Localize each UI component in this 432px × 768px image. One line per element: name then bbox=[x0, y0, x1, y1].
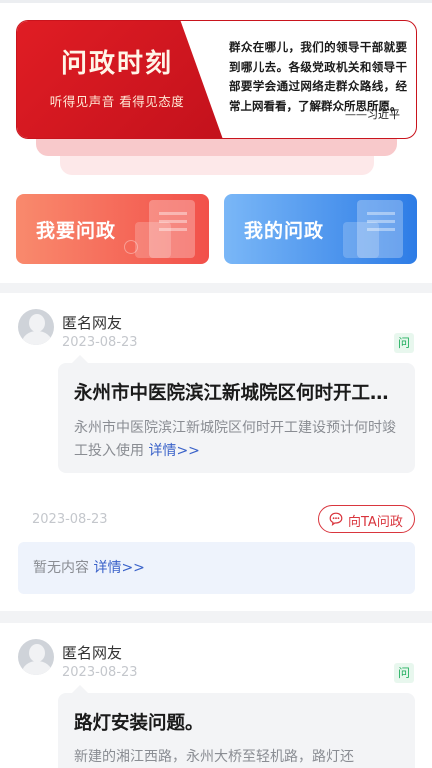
banner-quote: 群众在哪儿，我们的领导干部就要到哪儿去。各级党政机关和领导干部要学会通过网络走群… bbox=[229, 40, 407, 113]
post-card: 匿名网友 2023-08-23 问 路灯安装问题。 新建的湘江西路，永州大桥至轻… bbox=[0, 623, 432, 768]
banner-subtitle: 听得见声音 看得见态度 bbox=[49, 94, 185, 109]
ask-ta-label: 向TA问政 bbox=[348, 515, 403, 530]
document-icon bbox=[357, 200, 403, 258]
chat-icon bbox=[329, 512, 343, 526]
policy-banner[interactable]: 问政时刻 听得见声音 看得见态度 群众在哪儿，我们的领导干部就要到哪儿去。各级党… bbox=[16, 20, 417, 139]
reply-box[interactable]: 暂无内容 详情>> bbox=[18, 542, 415, 594]
question-bubble[interactable]: 永州市中医院滨江新城院区何时开工建设预计何时竣工投入使用 永州市中医院滨江新城院… bbox=[58, 355, 415, 473]
document-lines bbox=[159, 212, 187, 215]
document-lines bbox=[367, 212, 395, 215]
question-body: 永州市中医院滨江新城院区何时开工建设预计何时竣工投入使用 详情>> bbox=[74, 417, 399, 463]
ask-question-button[interactable]: 我要问政 bbox=[16, 194, 209, 264]
banner-title: 问政时刻 bbox=[60, 49, 173, 79]
avatar bbox=[18, 309, 54, 345]
document-icon bbox=[149, 200, 195, 258]
divider bbox=[0, 0, 432, 3]
question-badge: 问 bbox=[394, 663, 414, 683]
avatar bbox=[18, 639, 54, 675]
ask-question-label: 我要问政 bbox=[36, 220, 117, 242]
reply-text: 暂无内容 详情>> bbox=[33, 557, 145, 577]
post-username: 匿名网友 bbox=[62, 314, 123, 332]
post-date: 2023-08-23 bbox=[62, 335, 138, 350]
reply-detail-link[interactable]: 详情>> bbox=[93, 560, 144, 576]
question-badge: 问 bbox=[394, 333, 414, 353]
my-questions-label: 我的问政 bbox=[244, 220, 325, 242]
banner-quote-author: ——习近平 bbox=[345, 108, 400, 121]
post-username: 匿名网友 bbox=[62, 644, 123, 662]
reply-content: 暂无内容 bbox=[33, 560, 89, 576]
header-section: 问政时刻 听得见声音 看得见态度 群众在哪儿，我们的领导干部就要到哪儿去。各级党… bbox=[0, 0, 432, 283]
question-bubble[interactable]: 路灯安装问题。 新建的湘江西路，永州大桥至轻机路，路灯还 bbox=[58, 685, 415, 768]
ask-ta-button[interactable]: 向TA问政 bbox=[318, 505, 415, 533]
reply-date: 2023-08-23 bbox=[32, 512, 108, 527]
post-card: 匿名网友 2023-08-23 问 永州市中医院滨江新城院区何时开工建设预计何时… bbox=[0, 293, 432, 611]
question-text: 永州市中医院滨江新城院区何时开工建设预计何时竣工投入使用 bbox=[74, 420, 396, 459]
question-title: 永州市中医院滨江新城院区何时开工建设预计何时竣工投入使用 bbox=[74, 383, 399, 404]
question-body: 新建的湘江西路，永州大桥至轻机路，路灯还 bbox=[74, 746, 399, 768]
post-date: 2023-08-23 bbox=[62, 665, 138, 680]
detail-link[interactable]: 详情>> bbox=[148, 443, 199, 459]
question-title: 路灯安装问题。 bbox=[74, 713, 204, 734]
my-questions-button[interactable]: 我的问政 bbox=[224, 194, 417, 264]
question-text: 新建的湘江西路，永州大桥至轻机路，路灯还 bbox=[74, 749, 354, 765]
